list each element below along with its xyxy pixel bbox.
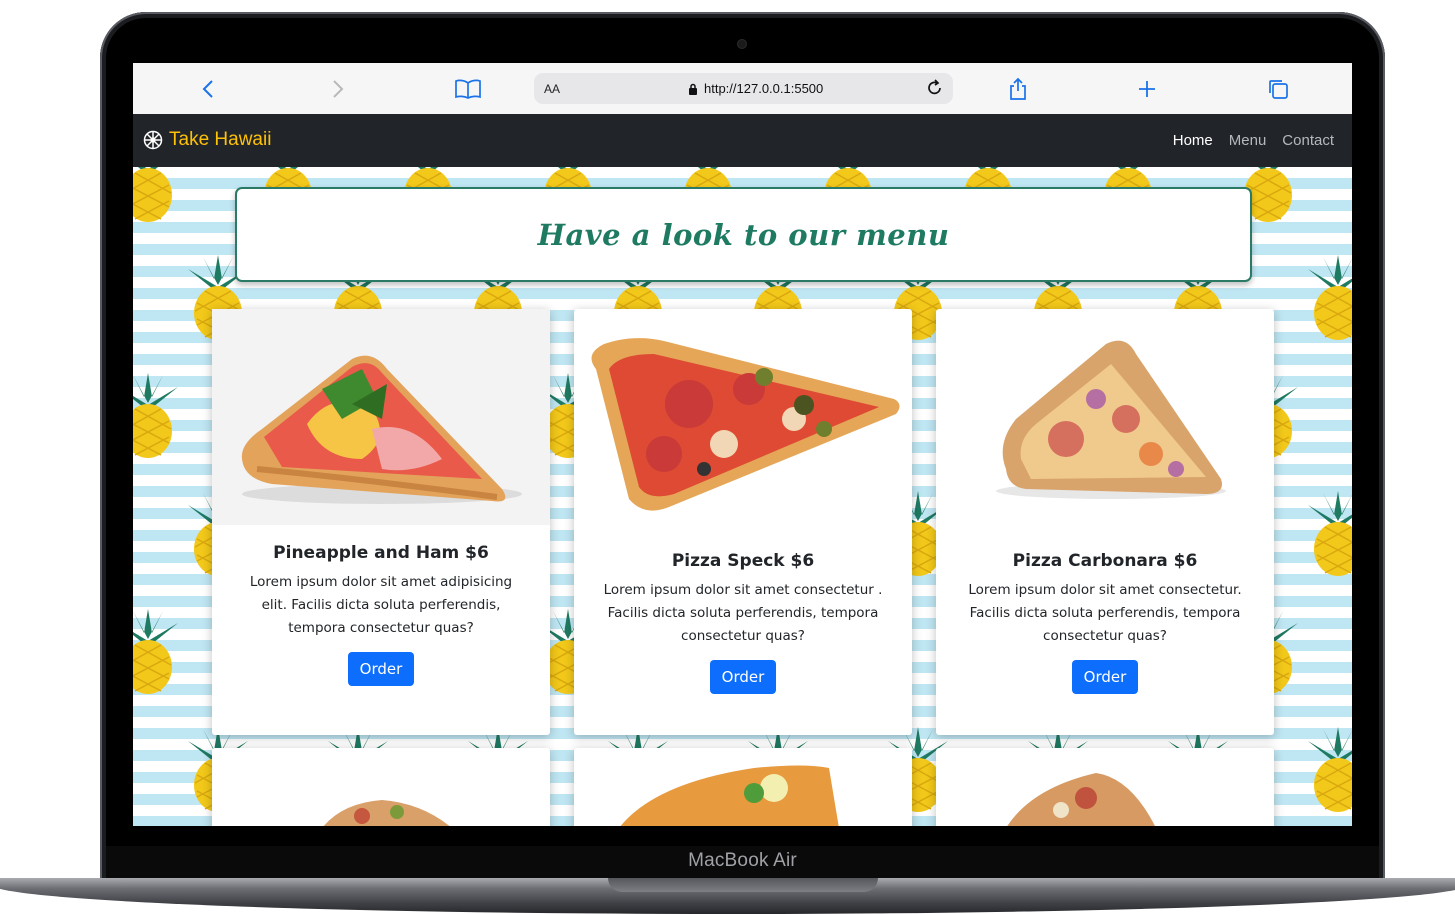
nav-home[interactable]: Home — [1173, 132, 1213, 149]
back-icon[interactable] — [193, 74, 223, 104]
pineapple-decoration — [133, 609, 178, 694]
plus-icon[interactable] — [1132, 74, 1162, 104]
menu-card: Pineapple and Ham $6 Lorem ipsum dolor s… — [212, 309, 550, 735]
pineapple-decoration — [133, 373, 178, 458]
nav-menu[interactable]: Menu — [1229, 132, 1267, 149]
url-text: http://127.0.0.1:5500 — [704, 81, 824, 96]
site-navbar: Take Hawaii Home Menu Contact — [133, 114, 1352, 167]
brand-link[interactable]: Take Hawaii — [143, 129, 271, 151]
card-text: Lorem ipsum dolor sit amet consectetur. … — [968, 582, 1242, 644]
flower-icon — [143, 130, 163, 150]
nav-links: Home Menu Contact — [1173, 132, 1334, 149]
tabs-icon[interactable] — [1263, 74, 1293, 104]
pineapple-decoration — [1308, 727, 1352, 812]
page-content: Have a look to our menu Pineapple and Ha… — [133, 167, 1352, 826]
card-text: Lorem ipsum dolor sit amet adipisicing e… — [249, 574, 513, 636]
menu-card — [212, 748, 550, 826]
pizza-image — [212, 309, 550, 525]
share-icon[interactable] — [1003, 74, 1033, 104]
pizza-image — [936, 309, 1274, 525]
menu-card — [936, 748, 1274, 826]
address-bar[interactable]: AA http://127.0.0.1:5500 — [534, 73, 953, 104]
pineapple-decoration — [133, 167, 172, 222]
text-size-button[interactable]: AA — [544, 82, 560, 96]
pizza-image — [574, 309, 912, 525]
brand-text: Take Hawaii — [169, 129, 272, 150]
menu-card — [574, 748, 912, 826]
nav-contact[interactable]: Contact — [1282, 132, 1334, 149]
menu-card: Pizza Carbonara $6 Lorem ipsum dolor sit… — [936, 309, 1274, 735]
page-title: Have a look to our menu — [537, 217, 950, 252]
forward-icon[interactable] — [323, 74, 353, 104]
card-title: Pineapple and Ham $6 — [273, 543, 489, 563]
pineapple-decoration — [1308, 491, 1352, 576]
order-button[interactable]: Order — [709, 660, 777, 694]
device-label: MacBook Air — [688, 850, 797, 871]
reload-icon[interactable] — [925, 78, 945, 103]
card-text: Lorem ipsum dolor sit amet consectetur .… — [603, 582, 883, 644]
screen: AA http://127.0.0.1:5500 Take Hawaii Hom… — [133, 63, 1352, 826]
pineapple-decoration — [1308, 255, 1352, 340]
order-button[interactable]: Order — [347, 652, 415, 686]
menu-banner: Have a look to our menu — [235, 187, 1252, 282]
book-icon[interactable] — [453, 74, 483, 104]
card-title: Pizza Speck $6 — [671, 551, 815, 571]
menu-card: Pizza Speck $6 Lorem ipsum dolor sit ame… — [574, 309, 912, 735]
browser-toolbar: AA http://127.0.0.1:5500 — [133, 63, 1352, 115]
order-button[interactable]: Order — [1071, 660, 1139, 694]
pizza-image — [1007, 773, 1155, 826]
camera-icon — [738, 40, 746, 48]
laptop-notch — [608, 878, 878, 892]
pizza-image — [620, 765, 839, 826]
lock-icon — [689, 83, 697, 95]
pizza-image — [323, 800, 450, 826]
card-title: Pizza Carbonara $6 — [1012, 551, 1198, 571]
